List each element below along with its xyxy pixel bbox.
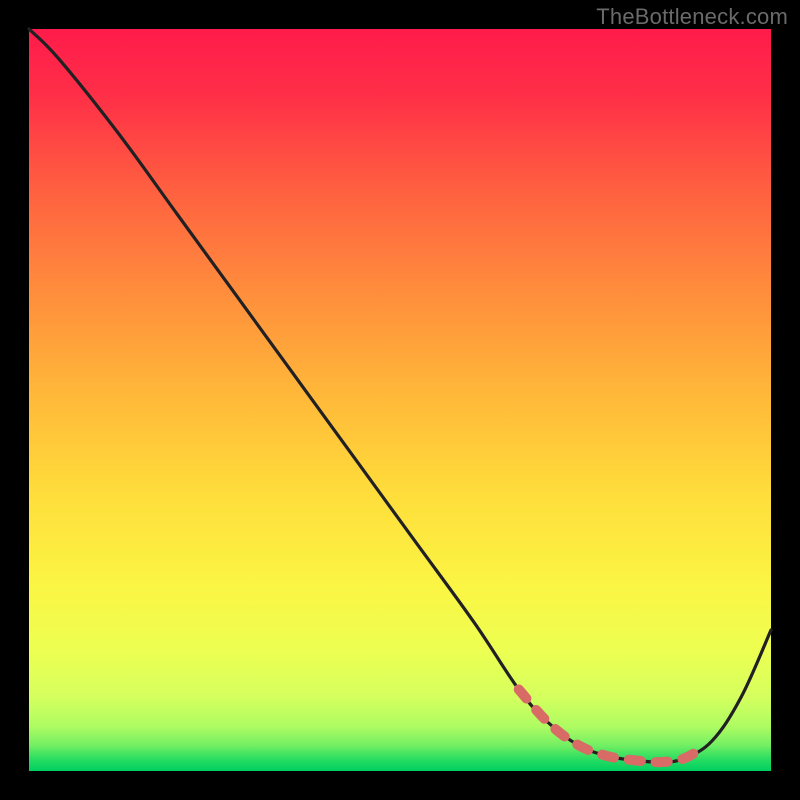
optimal-range-dash bbox=[519, 689, 697, 762]
watermark-text: TheBottleneck.com bbox=[596, 4, 788, 30]
bottleneck-curve bbox=[29, 29, 771, 762]
chart-canvas: TheBottleneck.com bbox=[0, 0, 800, 800]
curve-layer bbox=[29, 29, 771, 771]
